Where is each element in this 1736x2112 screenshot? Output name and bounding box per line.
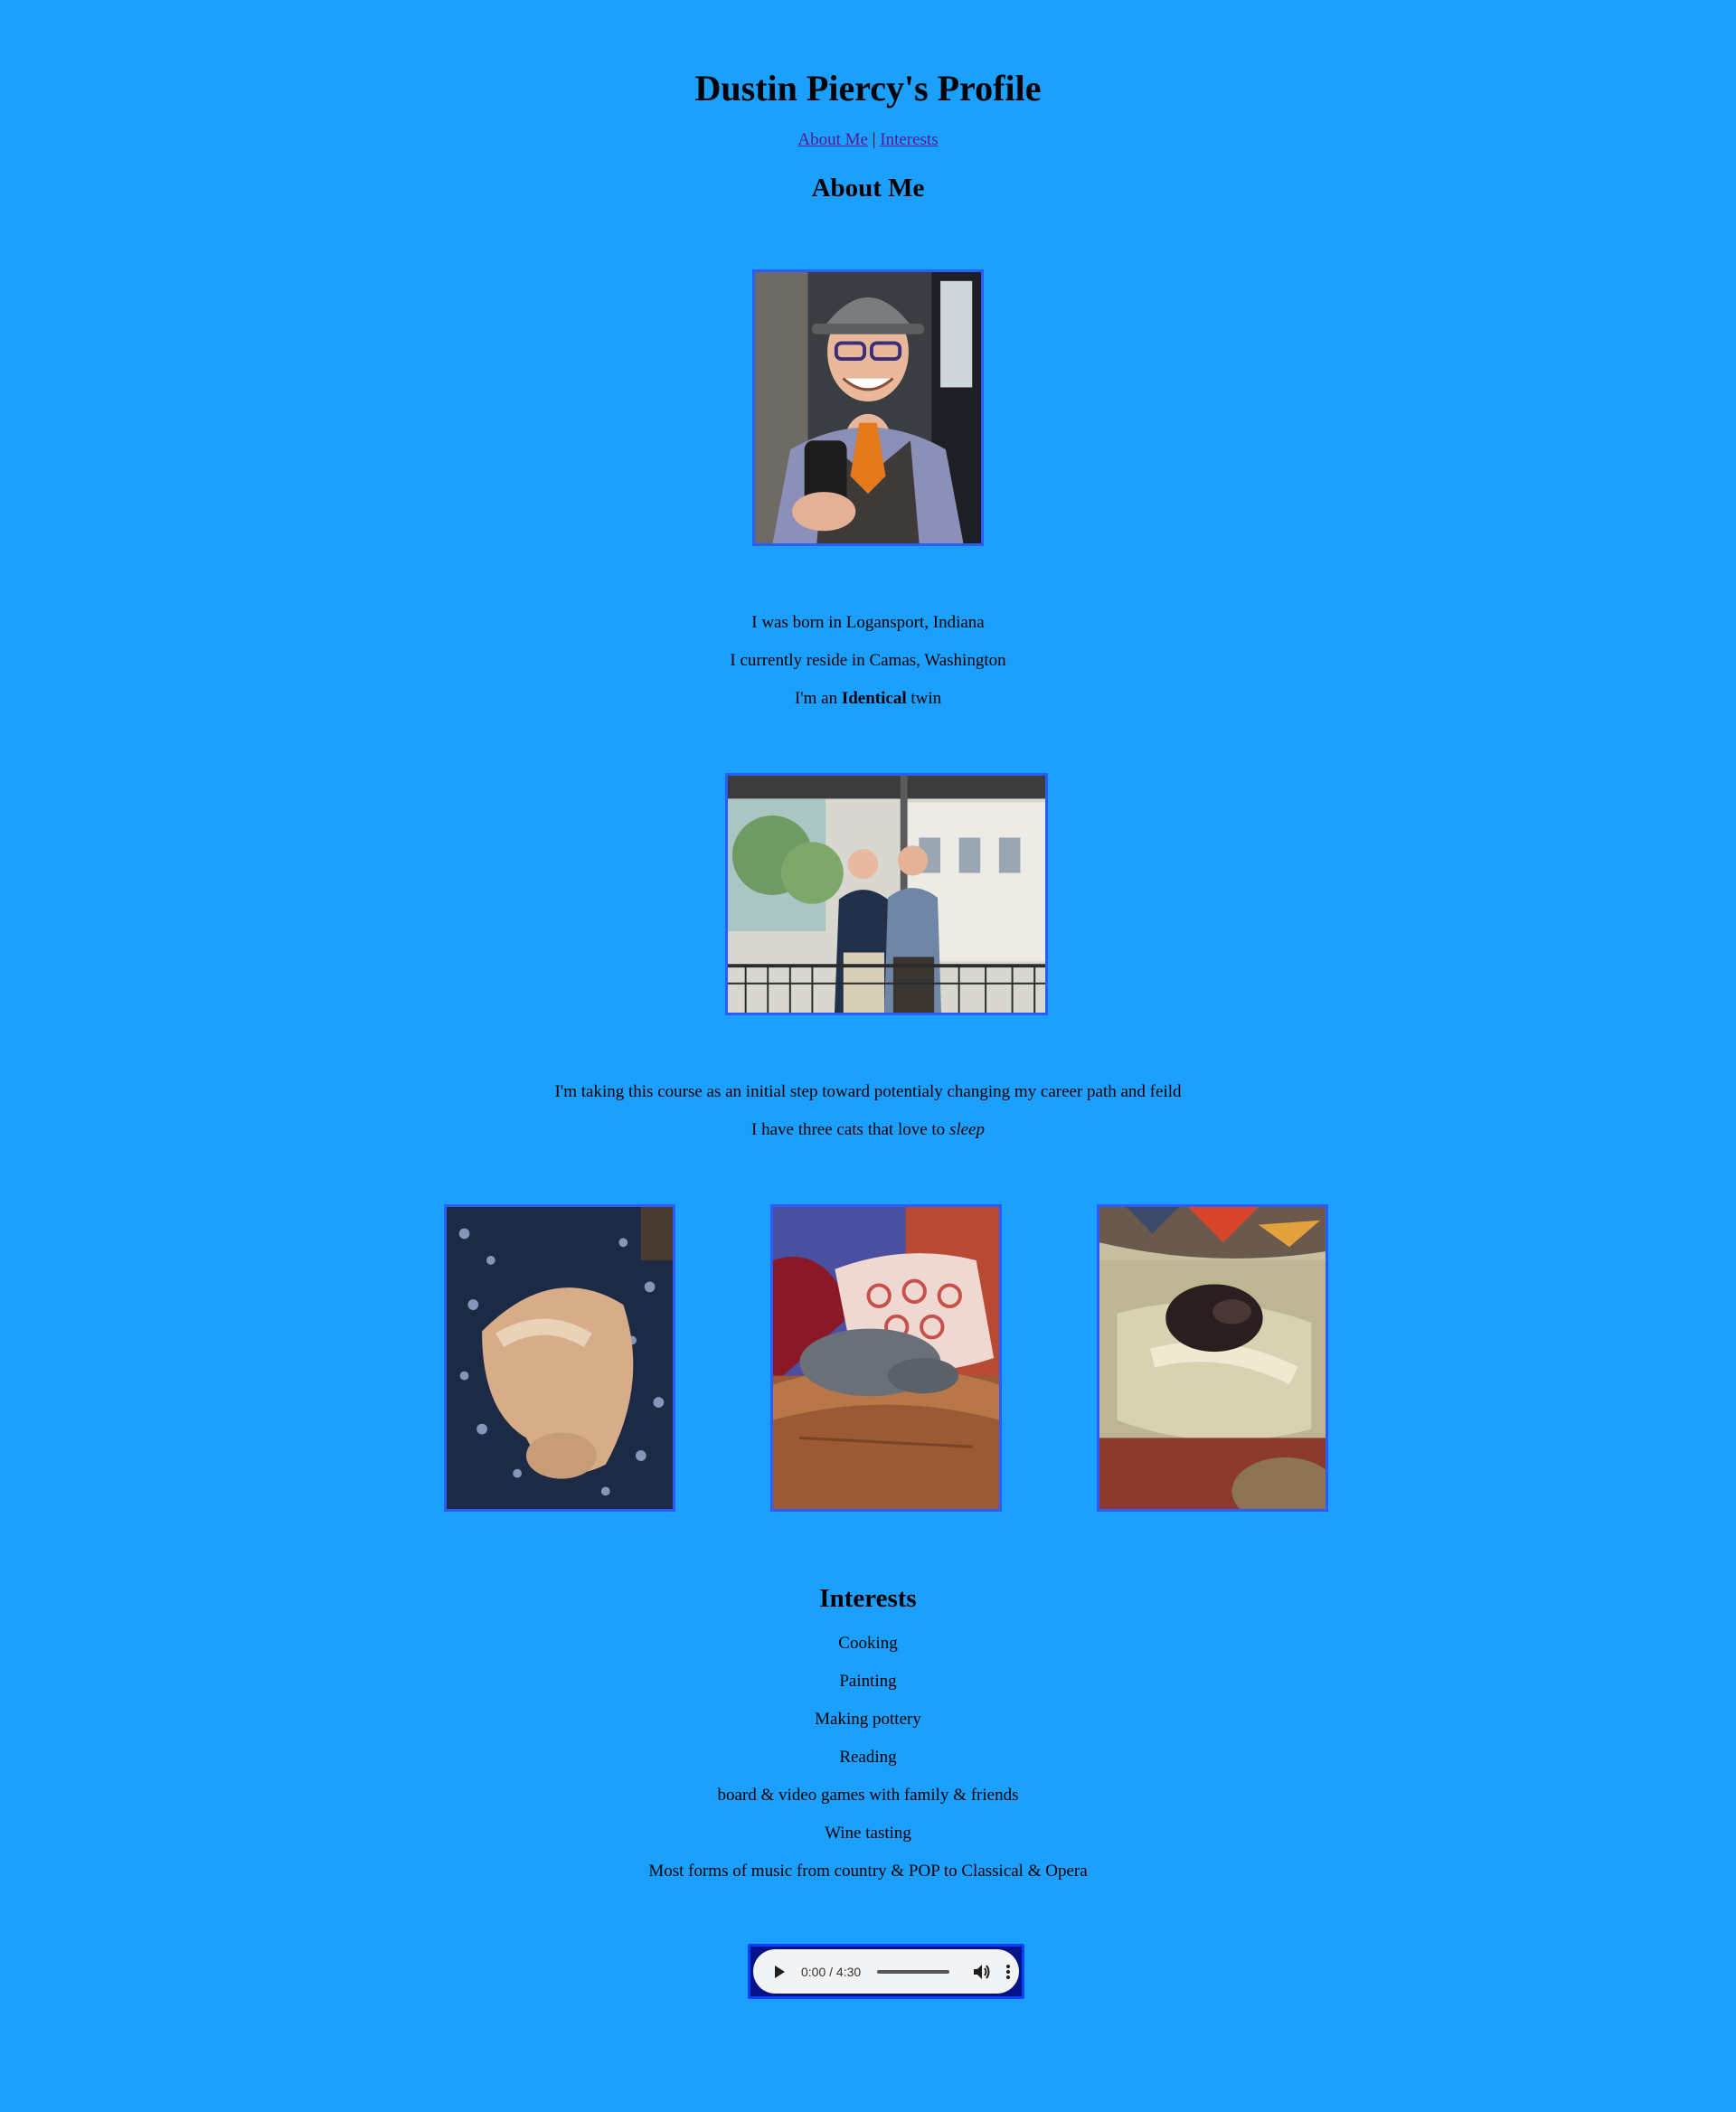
nav-link-about-me[interactable]: About Me [797, 130, 868, 149]
twin-bold-word: Identical [841, 689, 907, 708]
fact-twin: I'm an Identical twin [0, 687, 1736, 711]
page-title: Dustin Piercy's Profile [694, 68, 1042, 108]
cat-photo-3 [1097, 1204, 1328, 1512]
audio-seek-bar[interactable] [877, 1969, 949, 1974]
volume-icon[interactable] [973, 1964, 991, 1980]
audio-time: 0:00 / 4:30 [801, 1964, 862, 1979]
twin-suffix: twin [910, 689, 942, 708]
fact-residence: I currently reside in Camas, Washington [730, 651, 1006, 670]
audio-player-frame: 0:00 / 4:30 [748, 1944, 1024, 1999]
nav-separator: | [872, 130, 876, 149]
career-line: I'm taking this course as an initial ste… [554, 1082, 1182, 1101]
cats-italic-word: sleep [948, 1120, 985, 1139]
cats-prefix: I have three cats that love to [751, 1120, 946, 1139]
interest-item: Most forms of music from country & POP t… [648, 1862, 1088, 1881]
about-me-heading: About Me [811, 174, 925, 203]
nav-link-interests[interactable]: Interests [880, 130, 938, 149]
cat-photo-1 [444, 1204, 675, 1512]
fact-birthplace: I was born in Logansport, Indiana [751, 613, 985, 632]
interest-item: Reading [839, 1748, 897, 1767]
more-options-icon[interactable] [1005, 1964, 1011, 1980]
audio-player[interactable]: 0:00 / 4:30 [753, 1949, 1019, 1994]
twin-prefix: I'm an [794, 689, 838, 708]
cats-line: I have three cats that love to sleep [0, 1118, 1736, 1142]
play-icon[interactable] [775, 1965, 785, 1978]
interest-item: Cooking [838, 1634, 898, 1653]
interest-item: Making pottery [815, 1710, 921, 1729]
portrait-photo [752, 269, 984, 546]
top-nav: About Me | Interests [0, 128, 1736, 152]
interest-item: board & video games with family & friend… [717, 1786, 1019, 1805]
interests-heading: Interests [819, 1584, 917, 1613]
interest-item: Painting [839, 1672, 897, 1691]
twins-photo [725, 773, 1048, 1015]
interest-item: Wine tasting [825, 1824, 911, 1843]
cat-photo-2 [770, 1204, 1002, 1512]
